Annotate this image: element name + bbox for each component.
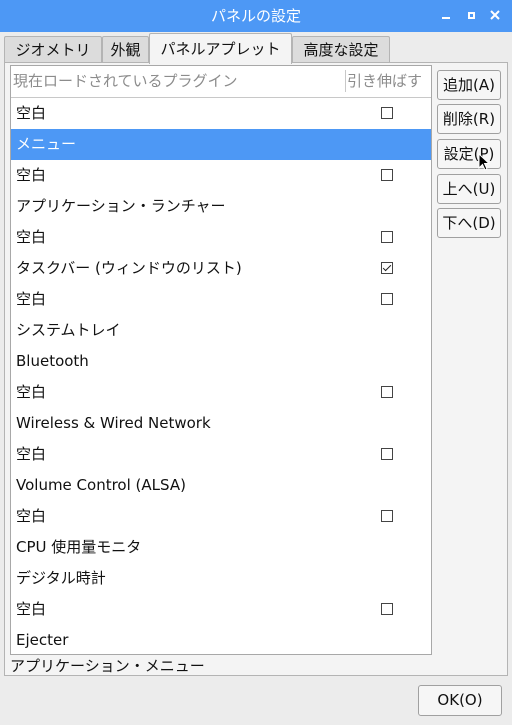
list-item-label: Wireless & Wired Network	[16, 414, 211, 432]
list-item[interactable]: Wireless & Wired Network	[11, 408, 431, 439]
tab-advanced[interactable]: 高度な設定	[292, 36, 390, 63]
list-item-label: Bluetooth	[16, 352, 89, 370]
tab-appearance[interactable]: 外観	[102, 36, 149, 63]
move-down-button[interactable]: 下へ(D)	[437, 208, 501, 238]
stretch-checkbox[interactable]	[381, 107, 393, 119]
list-item[interactable]: 空白	[11, 439, 431, 470]
stretch-checkbox[interactable]	[381, 169, 393, 181]
list-item-label: デジタル時計	[16, 569, 106, 587]
stretch-checkbox[interactable]	[381, 231, 393, 243]
add-button[interactable]: 追加(A)	[437, 70, 501, 100]
list-item[interactable]: デジタル時計	[11, 563, 431, 594]
list-item-label: システムトレイ	[16, 321, 121, 339]
list-item[interactable]: CPU 使用量モニタ	[11, 532, 431, 563]
window-title: パネルの設定	[210, 7, 301, 25]
list-item[interactable]: システムトレイ	[11, 315, 431, 346]
list-item-label: 空白	[16, 507, 47, 525]
stretch-checkbox[interactable]	[381, 510, 393, 522]
list-item[interactable]: 空白	[11, 594, 431, 625]
list-item-label: 空白	[16, 600, 47, 618]
panel-settings-window: パネルの設定 ジオメトリ 外観 パネルアプレット 高度な設定 現在ロードされてい…	[0, 0, 512, 725]
list-item-label: 空白	[16, 228, 47, 246]
list-item-label: 空白	[16, 290, 47, 308]
list-item[interactable]: メニュー	[11, 129, 431, 160]
column-header-plugin[interactable]: 現在ロードされているプラグイン	[13, 66, 238, 96]
title-bar[interactable]: パネルの設定	[0, 0, 512, 32]
list-item-label: 空白	[16, 445, 47, 463]
stretch-checkbox[interactable]	[381, 603, 393, 615]
tab-geometry[interactable]: ジオメトリ	[4, 36, 102, 63]
mouse-cursor-icon	[478, 153, 491, 171]
list-item-label: タスクバー (ウィンドウのリスト)	[16, 259, 242, 277]
list-item[interactable]: Volume Control (ALSA)	[11, 470, 431, 501]
stretch-checkbox[interactable]	[381, 386, 393, 398]
list-item-label: アプリケーション・ランチャー	[16, 197, 226, 215]
remove-button[interactable]: 削除(R)	[437, 104, 501, 134]
stretch-checkbox[interactable]	[381, 262, 393, 274]
list-item[interactable]: 空白	[11, 284, 431, 315]
plugin-list[interactable]: 現在ロードされているプラグイン 引き伸ばす 空白 メニュー 空白 アプリケーション・ラ…	[10, 65, 432, 655]
stretch-checkbox[interactable]	[381, 293, 393, 305]
list-item[interactable]: 空白	[11, 160, 431, 191]
column-header-stretch[interactable]: 引き伸ばす	[347, 66, 422, 96]
list-body: 空白 メニュー 空白 アプリケーション・ランチャー 空白 タスクバー (ウィンドウのリスト…	[11, 98, 431, 654]
list-item[interactable]: タスクバー (ウィンドウのリスト)	[11, 253, 431, 284]
list-item-label: 空白	[16, 166, 47, 184]
list-item-label: CPU 使用量モニタ	[16, 538, 142, 556]
list-item[interactable]: 空白	[11, 377, 431, 408]
list-item-label: メニュー	[16, 135, 77, 153]
close-icon[interactable]	[488, 8, 502, 22]
tab-panel-applets[interactable]: パネルアプレット	[149, 33, 292, 64]
ok-button[interactable]: OK(O)	[418, 685, 502, 716]
list-item[interactable]: 空白	[11, 98, 431, 129]
list-item-label: 空白	[16, 383, 47, 401]
plugin-description: アプリケーション・メニュー	[10, 657, 205, 675]
list-item[interactable]: Bluetooth	[11, 346, 431, 377]
list-item-label: Ejecter	[16, 631, 69, 649]
list-header: 現在ロードされているプラグイン 引き伸ばす	[11, 66, 431, 98]
list-item[interactable]: 空白	[11, 501, 431, 532]
minimize-icon[interactable]	[439, 8, 453, 22]
list-item-label: 空白	[16, 104, 47, 122]
column-separator	[345, 70, 346, 92]
maximize-icon[interactable]	[464, 8, 478, 22]
list-item-label: Volume Control (ALSA)	[16, 476, 186, 494]
stretch-checkbox[interactable]	[381, 448, 393, 460]
list-item[interactable]: Ejecter	[11, 625, 431, 654]
list-item[interactable]: アプリケーション・ランチャー	[11, 191, 431, 222]
list-item[interactable]: 空白	[11, 222, 431, 253]
move-up-button[interactable]: 上へ(U)	[437, 174, 501, 204]
